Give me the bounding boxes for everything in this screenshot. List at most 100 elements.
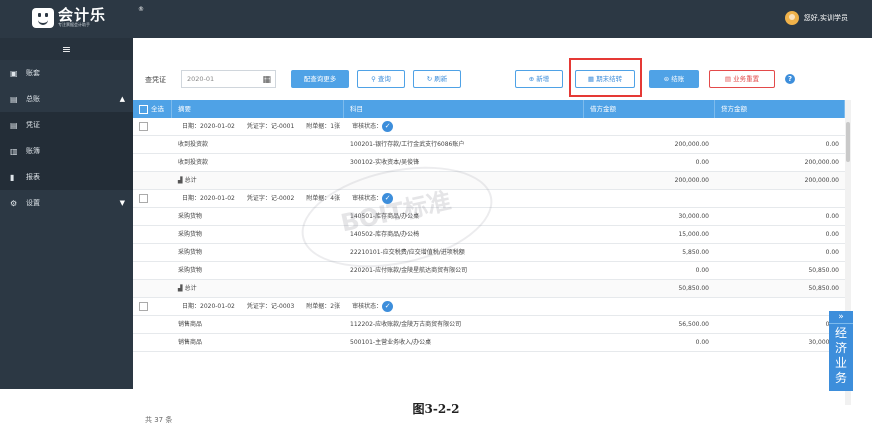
sidebar-item-label: 设置 — [26, 199, 40, 207]
credit-cell: 0.00 — [715, 316, 845, 333]
calendar-icon[interactable]: ▦ — [262, 72, 271, 88]
voucher-table: 全选 摘要 科目 借方金额 贷方金额 日期：2020-01-02 凭证字：记-0… — [133, 100, 845, 352]
summary-cell: 采购货物 — [178, 267, 203, 274]
close-account-label: 结账 — [671, 75, 685, 83]
book-icon: ▥ — [10, 146, 18, 156]
sidebar-item-label: 账套 — [26, 69, 40, 77]
sidebar-item-label: 凭证 — [26, 121, 40, 129]
table-row[interactable]: 采购货物 220201-应付账款/金陵星航达商贸有限公司 0.00 50,850… — [133, 262, 845, 280]
period-value: 2020-01 — [187, 75, 215, 83]
sidebar: ≡ ▣ 账套 ▤ 总账 ▲ ▤ 凭证 ▥ 账簿 ▮ 报表 ⚙ 设置 ▼ — [0, 38, 133, 389]
credit-cell: 50,850.00 — [808, 267, 839, 274]
table-row[interactable]: 收到投资款 300102-实收资本/吴俊锋 0.00 200,000.00 — [133, 154, 845, 172]
user-menu[interactable]: 您好,实训学员 — [784, 11, 848, 25]
user-greeting: 您好,实训学员 — [803, 14, 848, 22]
refresh-label: 刷新 — [434, 75, 448, 83]
search-icon: ⚲ — [371, 75, 378, 83]
total-credit: 200,000.00 — [804, 177, 839, 184]
main-content: 查凭证 2020-01 ▦ 配查询更多 ⚲ 查询 ↻ 刷新 ⊕ 新增 ▦ 期末结… — [133, 38, 872, 424]
credit-cell: 0.00 — [825, 141, 839, 148]
account-cell: 112202-应收账款/金陵万古商贸有限公司 — [350, 321, 462, 328]
table-row[interactable]: 收到投资款 100201-银行存款/工行金武支行6086账户 200,000.0… — [133, 136, 845, 154]
summary-cell: 收到投资款 — [178, 141, 209, 148]
check-icon: ✓ — [382, 121, 394, 132]
row-checkbox[interactable] — [139, 194, 148, 203]
top-bar: 会计乐 专注票据会计助手 ® 您好,实训学员 — [0, 0, 872, 38]
row-checkbox[interactable] — [139, 122, 148, 131]
header-summary: 摘要 — [172, 100, 344, 118]
business-panel-label: 经济业务 — [835, 326, 848, 385]
voucher-header-row[interactable]: 日期：2020-01-02 凭证字：记-0003 附单据：2张 审核状态： ✓ — [133, 298, 845, 316]
sidebar-item-ledger[interactable]: ▣ 账套 — [0, 60, 133, 86]
sidebar-item-label: 账簿 — [26, 147, 40, 155]
chevron-down-icon: ▼ — [119, 199, 125, 207]
voucher-header-row[interactable]: 日期：2020-01-02 凭证字：记-0001 附单据：1张 审核状态： ✓ — [133, 118, 845, 136]
credit-cell: 0.00 — [825, 249, 839, 256]
table-row[interactable]: 销售商品 112202-应收账款/金陵万古商贸有限公司 56,500.00 0.… — [133, 316, 845, 334]
total-label: 总计 — [184, 177, 197, 184]
query-button[interactable]: ⚲ 查询 — [357, 70, 405, 88]
sidebar-item-report[interactable]: ▮ 报表 — [0, 164, 133, 190]
account-cell: 100201-银行存款/工行金武支行6086账户 — [350, 141, 465, 148]
period-input[interactable]: 2020-01 ▦ — [181, 70, 276, 88]
select-all-checkbox[interactable]: 全选 — [133, 100, 172, 118]
total-credit: 50,850.00 — [808, 285, 839, 292]
total-debit: 50,850.00 — [678, 285, 709, 292]
summary-cell: 销售商品 — [178, 321, 203, 328]
debit-cell: 0.00 — [695, 267, 709, 274]
sidebar-item-book[interactable]: ▥ 账簿 — [0, 138, 133, 164]
header-debit: 借方金额 — [584, 100, 715, 118]
table-row[interactable]: 采购货物 22210101-应交税费/应交增值税/进项税额 5,850.00 0… — [133, 244, 845, 262]
voucher-icon: ▤ — [10, 120, 18, 130]
help-icon[interactable]: ? — [785, 74, 795, 84]
total-debit: 200,000.00 — [674, 177, 709, 184]
total-label: 总计 — [184, 285, 197, 292]
business-reset-button[interactable]: ▤ 业务重置 — [709, 70, 775, 88]
total-row: ▟ 总计 200,000.00 200,000.00 — [133, 172, 845, 190]
expand-icon[interactable]: » — [829, 311, 853, 324]
table-row[interactable]: 销售商品 500101-主营业务收入/办公桌 0.00 30,000.00 — [133, 334, 845, 352]
sidebar-item-voucher[interactable]: ▤ 凭证 — [0, 112, 133, 138]
logo: 会计乐 专注票据会计助手 ® — [32, 6, 144, 28]
sidebar-item-settings[interactable]: ⚙ 设置 ▼ — [0, 190, 133, 216]
add-button[interactable]: ⊕ 新增 — [515, 70, 563, 88]
credit-cell: 0.00 — [825, 231, 839, 238]
scrollbar-thumb[interactable] — [846, 122, 850, 162]
logo-face-icon — [32, 8, 54, 28]
bar-chart-icon: ▟ — [178, 285, 183, 292]
summary-cell: 销售商品 — [178, 339, 203, 346]
general-ledger-icon: ▤ — [10, 94, 18, 104]
summary-cell: 收到投资款 — [178, 159, 209, 166]
sidebar-item-general-ledger[interactable]: ▤ 总账 ▲ — [0, 86, 133, 112]
table-header: 全选 摘要 科目 借方金额 贷方金额 — [133, 100, 845, 118]
bar-chart-icon: ▟ — [178, 177, 183, 184]
avatar — [784, 11, 799, 25]
period-label: 查凭证 — [145, 76, 166, 84]
menu-toggle-icon[interactable]: ≡ — [0, 38, 133, 60]
debit-cell: 0.00 — [695, 159, 709, 166]
business-reset-label: 业务重置 — [733, 75, 760, 83]
debit-cell: 0.00 — [695, 339, 709, 346]
sidebar-item-label: 报表 — [26, 173, 40, 181]
refresh-button[interactable]: ↻ 刷新 — [413, 70, 461, 88]
add-label: 新增 — [536, 75, 550, 83]
check-icon: ✓ — [382, 301, 394, 312]
logo-name: 会计乐 — [58, 6, 107, 24]
figure-caption: 图3-2-2 — [412, 402, 460, 416]
toolbar: 查凭证 2020-01 ▦ 配查询更多 ⚲ 查询 ↻ 刷新 ⊕ 新增 ▦ 期末结… — [133, 64, 872, 94]
voucher-meta: 日期：2020-01-02 凭证字：记-0003 附单据：2张 审核状态： — [182, 303, 383, 310]
sidebar-item-label: 总账 — [26, 95, 40, 103]
credit-cell: 0.00 — [825, 213, 839, 220]
debit-cell: 200,000.00 — [674, 141, 709, 148]
debit-cell: 15,000.00 — [678, 231, 709, 238]
header-account: 科目 — [344, 100, 584, 118]
business-panel-tab[interactable]: » 经济业务 — [829, 311, 853, 391]
account-cell: 500101-主营业务收入/办公桌 — [350, 339, 432, 346]
chevron-up-icon: ▲ — [119, 95, 125, 103]
registered-mark: ® — [138, 6, 144, 13]
close-account-button[interactable]: ⊜ 结账 — [649, 70, 699, 88]
row-checkbox[interactable] — [139, 302, 148, 311]
total-row: ▟ 总计 50,850.00 50,850.00 — [133, 280, 845, 298]
table-row[interactable]: 采购货物 140502-库存商品/办公椅 15,000.00 0.00 — [133, 226, 845, 244]
more-query-button[interactable]: 配查询更多 — [291, 70, 349, 88]
